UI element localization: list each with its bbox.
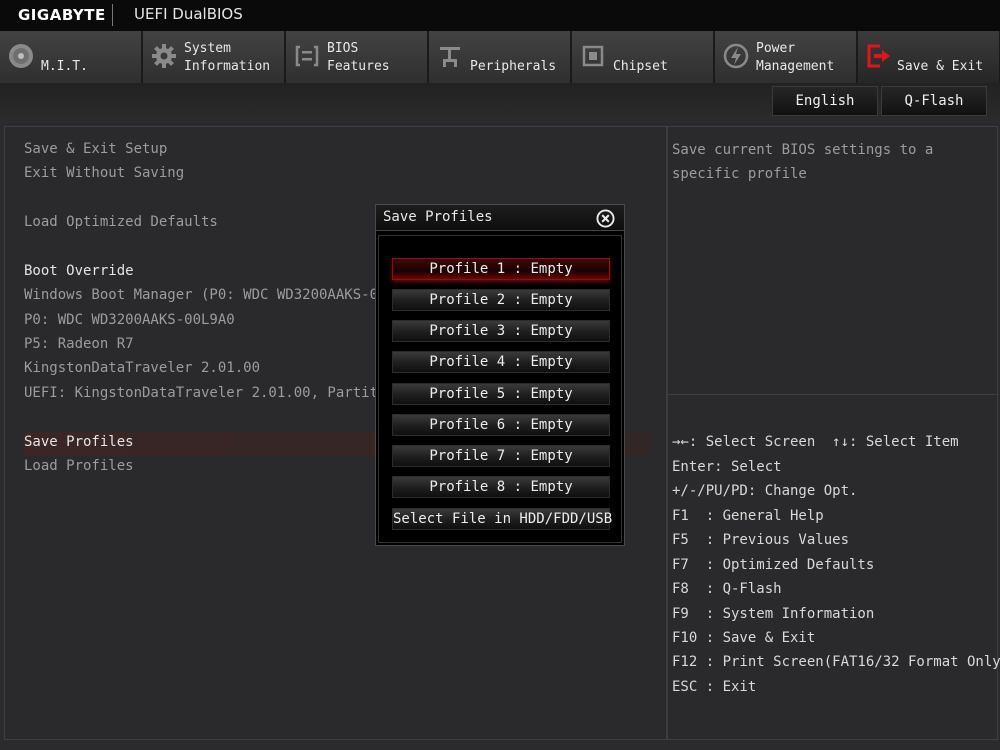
key-hint: F7 : Optimized Defaults	[672, 557, 875, 573]
boot-item[interactable]: P0: WDC WD3200AAKS-00L9A0	[24, 310, 235, 330]
help-divider	[668, 394, 997, 395]
boot-override-heading: Boot Override	[24, 263, 134, 279]
key-hint: ESC : Exit	[672, 679, 757, 695]
profile-1-button[interactable]: Profile 1 : Empty	[392, 258, 610, 280]
tab-label: M.I.T.	[41, 59, 88, 74]
tab-label: BIOS Features	[327, 41, 390, 74]
tab-system-information[interactable]: System Information	[143, 31, 285, 83]
top-bar: GIGABYTE UEFI DualBIOS	[0, 0, 1000, 31]
boot-item[interactable]: KingstonDataTraveler 2.01.00	[24, 358, 260, 378]
key-hint: F9 : System Information	[672, 606, 875, 622]
key-hint: F1 : General Help	[672, 508, 824, 524]
chipset-icon	[582, 45, 604, 67]
profile-3-button[interactable]: Profile 3 : Empty	[392, 320, 610, 342]
menu-item-save-profiles[interactable]: Save Profiles	[24, 432, 134, 452]
help-description: specific profile	[672, 166, 807, 182]
qflash-button[interactable]: Q-Flash	[881, 86, 987, 116]
tab-power-management[interactable]: Power Management	[715, 31, 857, 83]
save-profiles-dialog: Save Profiles Profile 1 : Empty Profile …	[375, 204, 625, 546]
help-description: Save current BIOS settings to a	[672, 142, 934, 158]
tab-label: Chipset	[613, 59, 668, 74]
menu-item-load-optimized-defaults[interactable]: Load Optimized Defaults	[24, 212, 218, 232]
select-file-button[interactable]: Select File in HDD/FDD/USB	[392, 508, 612, 530]
gear-icon	[152, 44, 176, 68]
language-button[interactable]: English	[772, 86, 878, 116]
tab-save-exit[interactable]: Save & Exit	[858, 31, 1000, 83]
tab-peripherals[interactable]: Peripherals	[429, 31, 571, 83]
tab-label: Peripherals	[470, 59, 557, 74]
bios-title: UEFI DualBIOS	[134, 5, 243, 23]
menu-item-exit-without-saving[interactable]: Exit Without Saving	[24, 163, 184, 183]
key-hint: Enter: Select	[672, 459, 782, 475]
tab-chipset[interactable]: Chipset	[572, 31, 714, 83]
mit-disc-icon	[9, 44, 33, 68]
profile-5-button[interactable]: Profile 5 : Empty	[392, 383, 610, 405]
tab-bios-features[interactable]: BIOS Features	[286, 31, 428, 83]
key-hint: F8 : Q-Flash	[672, 581, 782, 597]
profile-8-button[interactable]: Profile 8 : Empty	[392, 476, 610, 498]
profile-7-button[interactable]: Profile 7 : Empty	[392, 445, 610, 467]
header-divider	[112, 4, 113, 26]
boot-item[interactable]: Windows Boot Manager (P0: WDC WD3200AAKS…	[24, 285, 403, 305]
bios-features-icon	[295, 45, 319, 67]
key-hint: F10 : Save & Exit	[672, 630, 816, 646]
profile-4-button[interactable]: Profile 4 : Empty	[392, 351, 610, 373]
dialog-title: Save Profiles	[383, 209, 493, 225]
key-hint: F5 : Previous Values	[672, 532, 850, 548]
main-tab-bar: M.I.T. System Information BIOS Features …	[0, 31, 1000, 83]
dialog-header: Save Profiles	[376, 205, 624, 231]
close-icon[interactable]	[596, 209, 615, 228]
profile-2-button[interactable]: Profile 2 : Empty	[392, 289, 610, 311]
key-hint: F12 : Print Screen(FAT16/32 Format Only)	[672, 654, 1000, 670]
key-hint: +/-/PU/PD: Change Opt.	[672, 483, 858, 499]
brand-logo: GIGABYTE	[18, 6, 106, 24]
help-panel: Save current BIOS settings to a specific…	[667, 126, 1000, 740]
dialog-body: Profile 1 : Empty Profile 2 : Empty Prof…	[378, 235, 622, 543]
tab-label: Save & Exit	[897, 59, 984, 74]
boot-item[interactable]: P5: Radeon R7	[24, 334, 134, 354]
sub-toolbar: English Q-Flash	[0, 83, 1000, 118]
profile-6-button[interactable]: Profile 6 : Empty	[392, 414, 610, 436]
peripherals-icon	[440, 47, 460, 67]
tab-label: Power Management	[756, 41, 835, 74]
save-exit-icon	[867, 44, 890, 68]
power-icon	[723, 43, 749, 69]
menu-item-save-exit-setup[interactable]: Save & Exit Setup	[24, 139, 167, 159]
boot-item[interactable]: UEFI: KingstonDataTraveler 2.01.00, Part…	[24, 383, 403, 403]
menu-item-load-profiles[interactable]: Load Profiles	[24, 456, 134, 476]
key-hint: →←: Select Screen ↑↓: Select Item	[672, 434, 959, 450]
tab-mit[interactable]: M.I.T.	[0, 31, 142, 83]
tab-label: System Information	[184, 41, 271, 74]
